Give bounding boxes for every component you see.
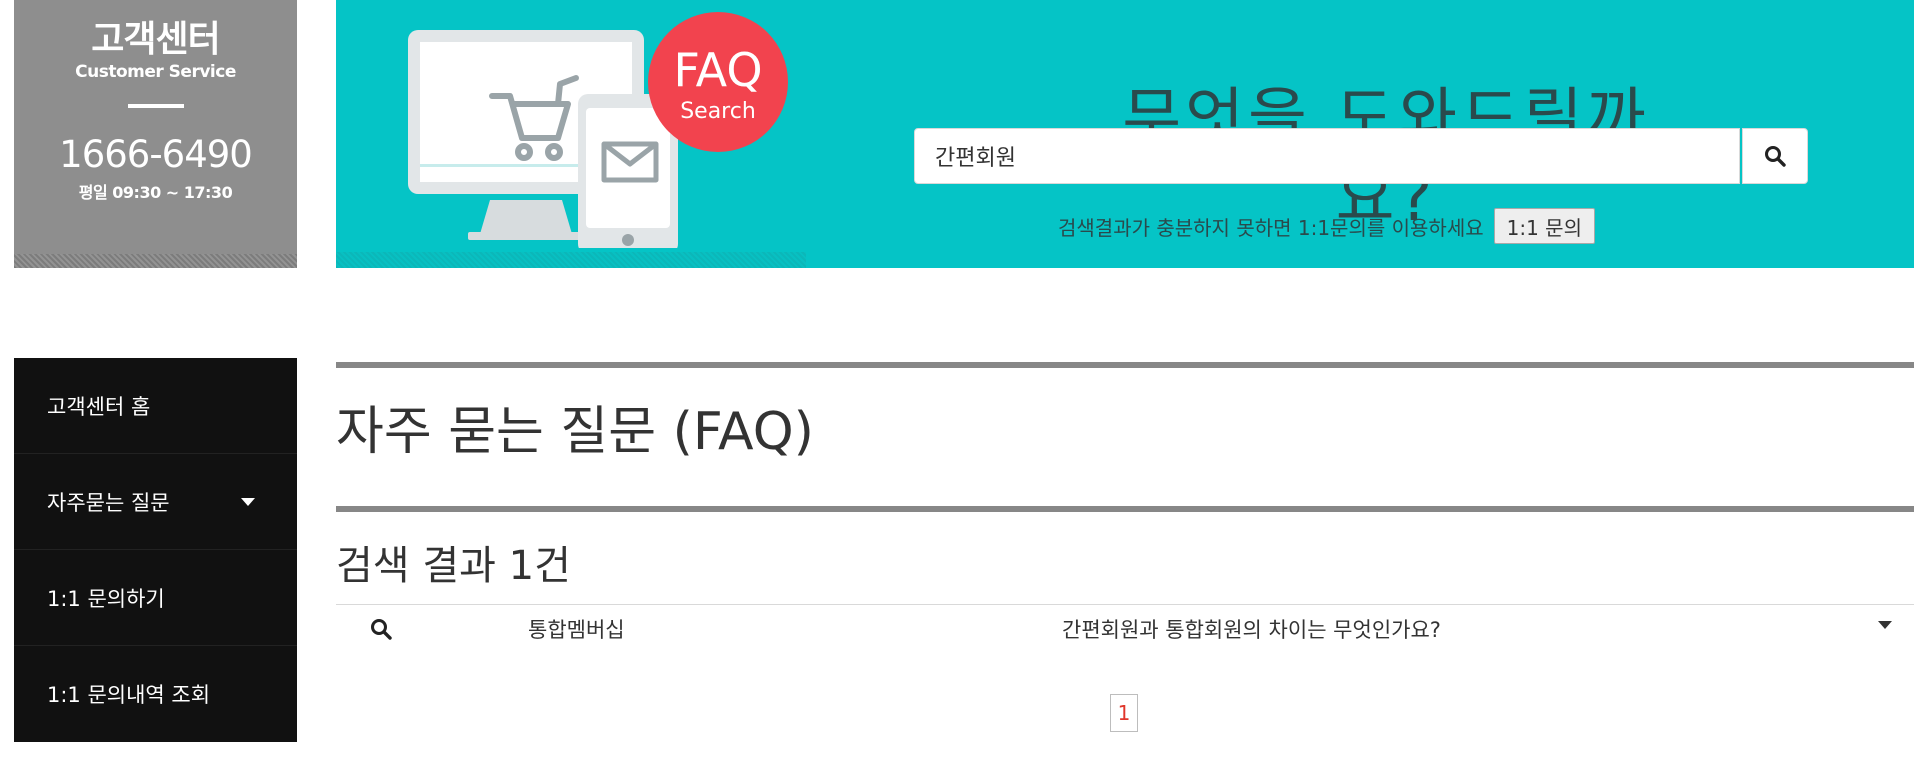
faq-badge-sub: Search xyxy=(680,99,756,124)
inquiry-hint-text: 검색결과가 충분하지 못하면 1:1문의를 이용하세요 xyxy=(1058,215,1484,240)
cs-business-hours: 평일 09:30 ~ 17:30 xyxy=(78,183,233,202)
page-title: 자주 묻는 질문 (FAQ) xyxy=(336,402,814,462)
search-icon xyxy=(371,619,392,640)
search-button[interactable] xyxy=(1742,128,1808,184)
title-divider xyxy=(336,506,1914,512)
inquiry-hint-row: 검색결과가 충분하지 못하면 1:1문의를 이용하세요 1:1 문의 xyxy=(1058,206,1595,246)
caret-down-icon[interactable] xyxy=(1878,621,1892,629)
faq-result-row[interactable]: 통합멤버십 간편회원과 통합회원의 차이는 무엇인가요? xyxy=(336,605,1914,653)
sidebar-item-label: 1:1 문의내역 조회 xyxy=(47,683,211,707)
cs-phone-number: 1666-6490 xyxy=(59,133,253,176)
sidebar-item-label: 1:1 문의하기 xyxy=(47,586,165,611)
sidebar-item-label: 고객센터 홈 xyxy=(47,394,151,419)
cs-divider xyxy=(127,104,184,108)
sidebar-item-label: 자주묻는 질문 xyxy=(47,490,170,515)
faq-search-input[interactable] xyxy=(914,128,1740,184)
faq-question: 간편회원과 통합회원의 차이는 무엇인가요? xyxy=(1062,618,1441,642)
pagination-page-1[interactable]: 1 xyxy=(1110,694,1138,732)
customer-service-box: 고객센터 Customer Service 1666-6490 평일 09:30… xyxy=(14,0,297,268)
caret-down-icon xyxy=(241,497,255,506)
sidebar-item-inquiry[interactable]: 1:1 문의하기 xyxy=(14,550,297,646)
sidebar-nav: 고객센터 홈 자주묻는 질문 1:1 문의하기 1:1 문의내역 조회 xyxy=(14,358,297,742)
sidebar-item-inquiry-history[interactable]: 1:1 문의내역 조회 xyxy=(14,646,297,742)
faq-search-banner: FAQ Search 무엇을 도와드릴까요? 검색결과가 충분하지 못하면 1:… xyxy=(336,0,1914,268)
search-result-count: 검색 결과 1건 xyxy=(336,543,571,589)
sidebar-item-faq[interactable]: 자주묻는 질문 xyxy=(14,454,297,550)
top-divider xyxy=(336,362,1914,368)
faq-category: 통합멤버십 xyxy=(528,618,625,642)
faq-results-list: 통합멤버십 간편회원과 통합회원의 차이는 무엇인가요? xyxy=(336,604,1914,653)
faq-illustration: FAQ Search xyxy=(408,12,788,248)
faq-badge-title: FAQ xyxy=(673,43,762,97)
banner-strip xyxy=(336,252,806,268)
cs-subtitle: Customer Service xyxy=(75,62,236,82)
search-icon xyxy=(1765,146,1786,167)
sidebar-item-cs-home[interactable]: 고객센터 홈 xyxy=(14,358,297,454)
one-to-one-inquiry-button[interactable]: 1:1 문의 xyxy=(1493,208,1595,244)
cs-title: 고객센터 xyxy=(91,19,220,60)
